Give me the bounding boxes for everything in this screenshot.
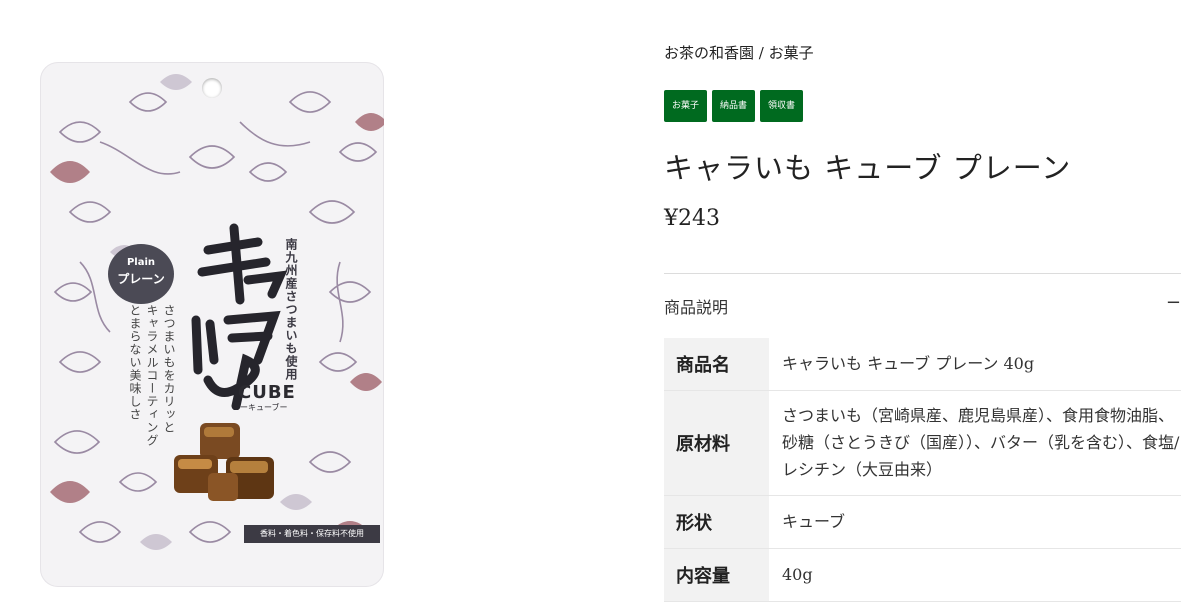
spec-value: さつまいも（宮崎県産、鹿児島県産）、食用食物油脂、砂糖（さとうきび（国産））、バ… [769,390,1181,496]
desc-line-1: さつまいもをカリッと [162,304,176,434]
tag-delivery-note[interactable]: 納品書 [712,90,756,122]
table-row: 内容量 40g [664,548,1181,602]
spec-table: 商品名 キャラいも キューブ プレーン 40g 原材料 さつまいも（宮崎県産、鹿… [664,338,1181,602]
hang-hole [202,78,222,98]
minus-icon[interactable]: − [1166,292,1181,313]
tag-receipt[interactable]: 領収書 [760,90,804,122]
plain-ja-label: プレーン [117,272,165,286]
cube-kana: ーキューブー [240,403,288,412]
plain-badge: Plain プレーン [108,244,174,304]
breadcrumb[interactable]: お茶の和香園 / お菓子 [664,42,814,63]
desc-line-3: とまらない美味しさ [128,304,142,421]
table-row: 商品名 キャラいも キューブ プレーン 40g [664,338,1181,391]
spec-value: キャラいも キューブ プレーン 40g [769,338,1181,391]
origin-copy: 南九州産さつまいも使用 [284,238,298,381]
spec-label: 商品名 [664,338,769,391]
spec-value: 40g [769,548,1181,602]
spec-label: 原材料 [664,390,769,496]
cube-label: CUBE [238,382,296,403]
description-accordion-header[interactable]: 商品説明 − [664,274,1181,336]
table-row: 原材料 さつまいも（宮崎県産、鹿児島県産）、食用食物油脂、砂糖（さとうきび（国産… [664,390,1181,496]
accordion-label: 商品説明 [664,298,729,317]
tag-list: お菓子 納品書 領収書 [664,90,804,122]
product-price: ¥243 [664,206,720,231]
spec-label: 形状 [664,495,769,549]
snack-photo [174,423,274,501]
tag-okashi[interactable]: お菓子 [664,90,708,122]
desc-line-2: キャラメルコーティング [145,304,159,447]
spec-label: 内容量 [664,548,769,602]
product-title: キャラいも キューブ プレーン [664,151,1072,185]
product-image[interactable]: Plain プレーン 南九州産さつまいも使用 さつまいもをカリッと キャラメルコ… [40,62,384,587]
table-row: 形状 キューブ [664,495,1181,549]
no-additive-label: 香料・着色料・保存料不使用 [244,525,380,543]
spec-value: キューブ [769,495,1181,549]
package-background: Plain プレーン 南九州産さつまいも使用 さつまいもをカリッと キャラメルコ… [40,62,384,587]
plain-en-label: Plain [126,257,156,268]
